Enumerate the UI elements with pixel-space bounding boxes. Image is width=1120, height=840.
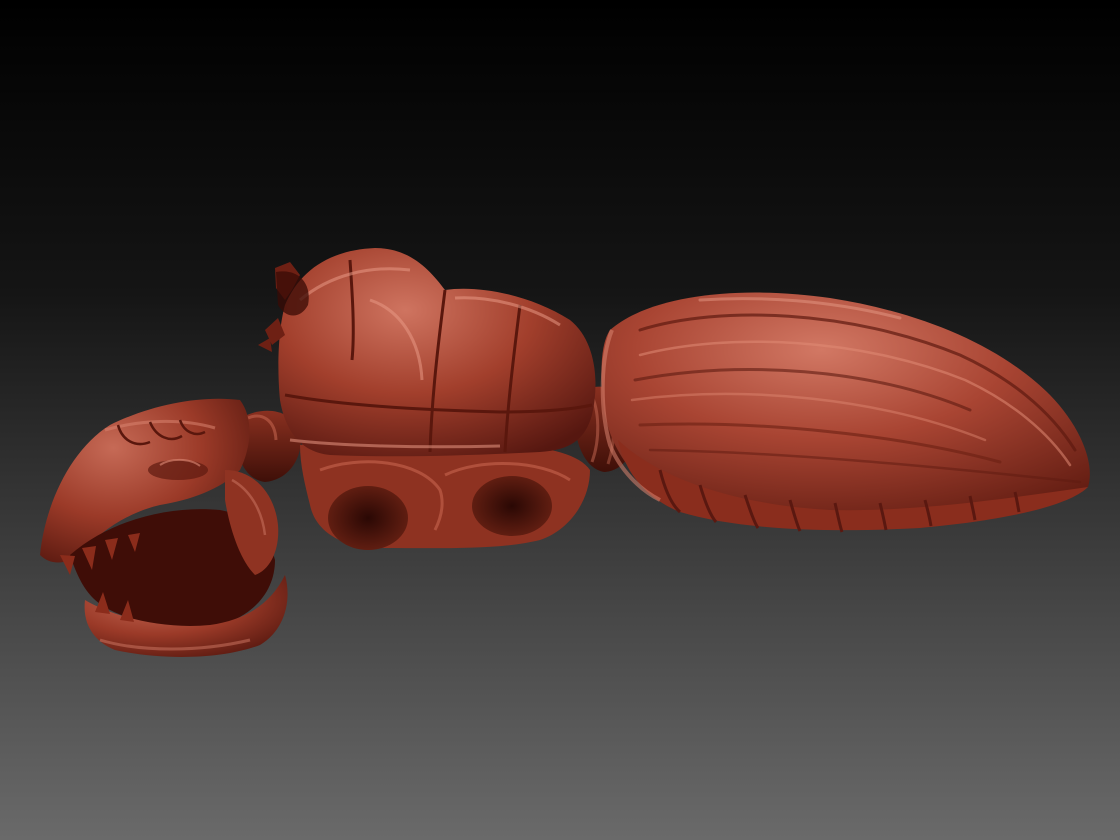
- scene-canvas: [0, 0, 1120, 840]
- viewport: [0, 0, 1120, 840]
- thorax-underside: [300, 441, 590, 550]
- thorax-cavity-right: [472, 476, 552, 536]
- thorax-cavity-left: [328, 486, 408, 550]
